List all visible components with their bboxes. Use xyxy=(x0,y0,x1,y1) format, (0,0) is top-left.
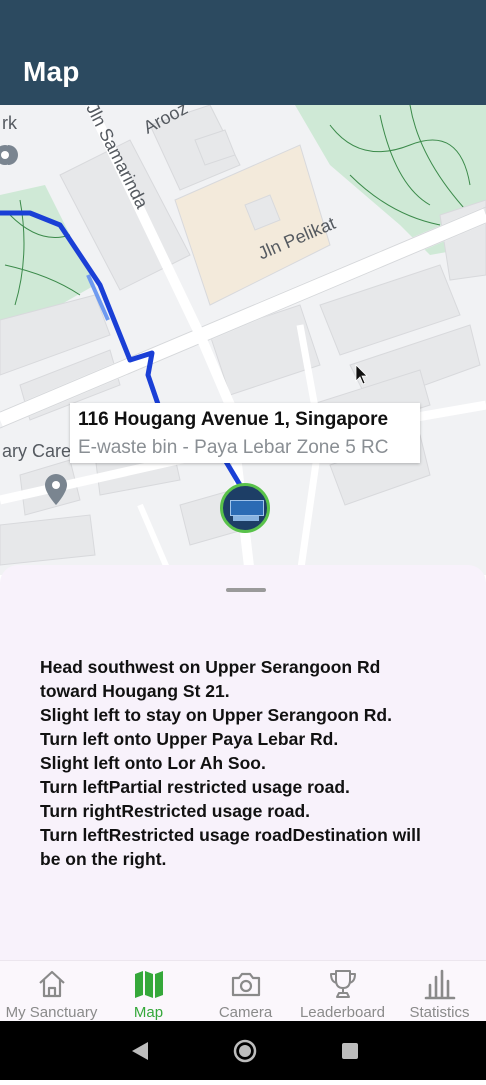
direction-step: Turn rightRestricted usage road. xyxy=(40,801,310,821)
back-icon[interactable] xyxy=(132,1042,148,1060)
marker-thumbnail xyxy=(230,500,264,516)
bar-chart-icon xyxy=(424,969,456,1000)
nav-item-statistics[interactable]: Statistics xyxy=(391,961,486,1022)
direction-step: Slight left onto Lor Ah Soo. xyxy=(40,753,266,773)
nav-label: Camera xyxy=(218,1004,273,1021)
page-title: Map xyxy=(23,56,80,87)
place-label-rk: rk xyxy=(2,113,17,133)
nav-label: Map xyxy=(133,1004,164,1021)
nav-item-my-sanctuary[interactable]: My Sanctuary xyxy=(3,961,100,1022)
nav-label: Statistics xyxy=(409,1004,470,1021)
bottom-navigation: My Sanctuary Map Camera Leaderboard Stat… xyxy=(0,960,486,1022)
nav-item-leaderboard[interactable]: Leaderboard xyxy=(294,961,391,1022)
place-label-care: ary Care xyxy=(2,441,72,461)
sheet-drag-handle[interactable] xyxy=(226,588,266,592)
direction-step: Head southwest on Upper Serangoon Rd tow… xyxy=(40,657,381,701)
map-view[interactable]: Jln Pelikat Jln Samarinda Arooz rk ary C… xyxy=(0,105,486,575)
app-bar: Map xyxy=(0,0,486,105)
nav-item-map[interactable]: Map xyxy=(100,961,197,1022)
map-icon xyxy=(135,971,163,998)
camera-icon xyxy=(231,972,261,997)
trophy-icon xyxy=(330,970,356,998)
system-navigation-bar xyxy=(0,1021,486,1080)
location-info-window[interactable]: 116 Hougang Avenue 1, Singapore E-waste … xyxy=(70,403,420,463)
marker-thumbnail-detail xyxy=(233,516,259,521)
nav-label: Leaderboard xyxy=(299,1004,386,1021)
home-icon xyxy=(39,970,65,998)
direction-step: Turn leftPartial restricted usage road. xyxy=(40,777,350,797)
direction-step: Slight left to stay on Upper Serangoon R… xyxy=(40,705,392,725)
nav-item-camera[interactable]: Camera xyxy=(197,961,294,1022)
system-nav-buttons xyxy=(132,1039,358,1063)
direction-step: Turn left onto Upper Paya Lebar Rd. xyxy=(40,729,339,749)
nav-label: My Sanctuary xyxy=(5,1004,98,1021)
location-address: 116 Hougang Avenue 1, Singapore xyxy=(78,409,389,430)
bin-location-marker[interactable] xyxy=(220,483,270,533)
directions-bottom-sheet[interactable]: Head southwest on Upper Serangoon Rd tow… xyxy=(0,565,486,960)
direction-step: Turn leftRestricted usage roadDestinatio… xyxy=(40,825,421,869)
recents-icon[interactable] xyxy=(342,1043,358,1059)
directions-list: Head southwest on Upper Serangoon Rd tow… xyxy=(40,655,440,871)
location-subtitle: E-waste bin - Paya Lebar Zone 5 RC xyxy=(78,437,389,458)
